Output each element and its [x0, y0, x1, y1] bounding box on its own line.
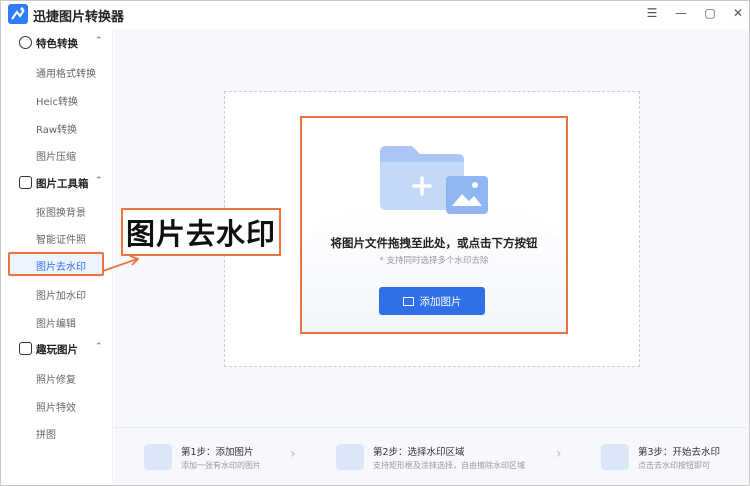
fun-image-icon [19, 342, 32, 355]
app-logo-icon [8, 4, 28, 24]
sidebar-item-add-watermark[interactable]: 图片加水印 [36, 287, 86, 302]
step-title: 第3步：开始去水印 [638, 447, 721, 458]
chevron-right-icon: › [556, 446, 562, 462]
sidebar-group-special-convert[interactable]: 特色转换 ⌃ [1, 30, 113, 56]
remove-watermark-step-icon [601, 444, 629, 470]
add-image-button-label: 添加图片 [419, 295, 462, 308]
add-image-button[interactable]: 添加图片 [379, 287, 485, 315]
sidebar-group-label: 特色转换 [36, 38, 78, 50]
maximize-button[interactable]: ▢ [702, 5, 718, 21]
drop-zone-subtitle: * 支持同时选择多个水印去除 [379, 256, 489, 266]
annotation-callout: 图片去水印 [121, 208, 281, 256]
sidebar-item-edit[interactable]: 图片编辑 [36, 315, 76, 330]
menu-icon[interactable]: ☰ [644, 5, 660, 21]
sidebar-item-compress[interactable]: 图片压缩 [36, 148, 76, 163]
upload-panel[interactable]: 将图片文件拖拽至此处，或点击下方按钮 * 支持同时选择多个水印去除 添加图片 [300, 116, 568, 334]
toolbox-icon [19, 176, 32, 189]
convert-icon [19, 36, 32, 49]
folder-add-icon [380, 146, 488, 214]
drop-zone-title: 将图片文件拖拽至此处，或点击下方按钮 [330, 236, 538, 250]
minimize-button[interactable]: — [673, 5, 689, 21]
chevron-up-icon: ⌃ [95, 176, 103, 186]
image-icon [402, 296, 414, 306]
main-area: 将图片文件拖拽至此处，或点击下方按钮 * 支持同时选择多个水印去除 添加图片 第… [114, 29, 749, 485]
sidebar-group-fun[interactable]: 趣玩图片 ⌃ [1, 336, 113, 362]
callout-arrow-icon [102, 255, 140, 272]
step-title: 第2步：选择水印区域 [373, 447, 465, 458]
chevron-up-icon: ⌃ [95, 342, 103, 352]
chevron-right-icon: › [290, 446, 296, 462]
sidebar-item-remove-watermark[interactable]: 图片去水印 [8, 252, 104, 276]
sidebar-group-toolbox[interactable]: 图片工具箱 ⌃ [1, 170, 113, 196]
close-button[interactable]: ✕ [730, 5, 746, 21]
sidebar-item-raw[interactable]: Raw转换 [36, 121, 77, 136]
sidebar-item-id-photo[interactable]: 智能证件照 [36, 231, 86, 246]
app-title: 迅捷图片转换器 [33, 10, 125, 25]
chevron-up-icon: ⌃ [95, 36, 103, 46]
sidebar-item-photo-repair[interactable]: 照片修复 [36, 371, 76, 386]
sidebar-group-label: 图片工具箱 [36, 178, 89, 190]
step-desc: 支持矩形框及涂抹选择，自由擦除水印区域 [373, 461, 525, 470]
select-area-step-icon [336, 444, 364, 470]
sidebar-group-label: 趣玩图片 [36, 344, 78, 356]
sidebar-item-cutout[interactable]: 抠图换背景 [36, 204, 86, 219]
title-bar: 迅捷图片转换器 ☰ — ▢ ✕ [1, 1, 749, 29]
add-image-step-icon [144, 444, 172, 470]
sidebar-item-heic[interactable]: Heic转换 [36, 93, 78, 108]
step-desc: 点击去水印按钮即可 [638, 461, 710, 470]
step-desc: 添加一张有水印的图片 [181, 461, 261, 470]
sidebar-item-collage[interactable]: 拼图 [36, 426, 56, 441]
sidebar: 特色转换 ⌃ 通用格式转换 Heic转换 Raw转换 图片压缩 图片工具箱 ⌃ … [1, 29, 113, 485]
sidebar-item-format-convert[interactable]: 通用格式转换 [36, 65, 96, 80]
steps-bar: 第1步：添加图片 添加一张有水印的图片 › 第2步：选择水印区域 支持矩形框及涂… [114, 427, 749, 485]
step-title: 第1步：添加图片 [181, 447, 254, 458]
sidebar-item-photo-effects[interactable]: 照片特效 [36, 399, 76, 414]
